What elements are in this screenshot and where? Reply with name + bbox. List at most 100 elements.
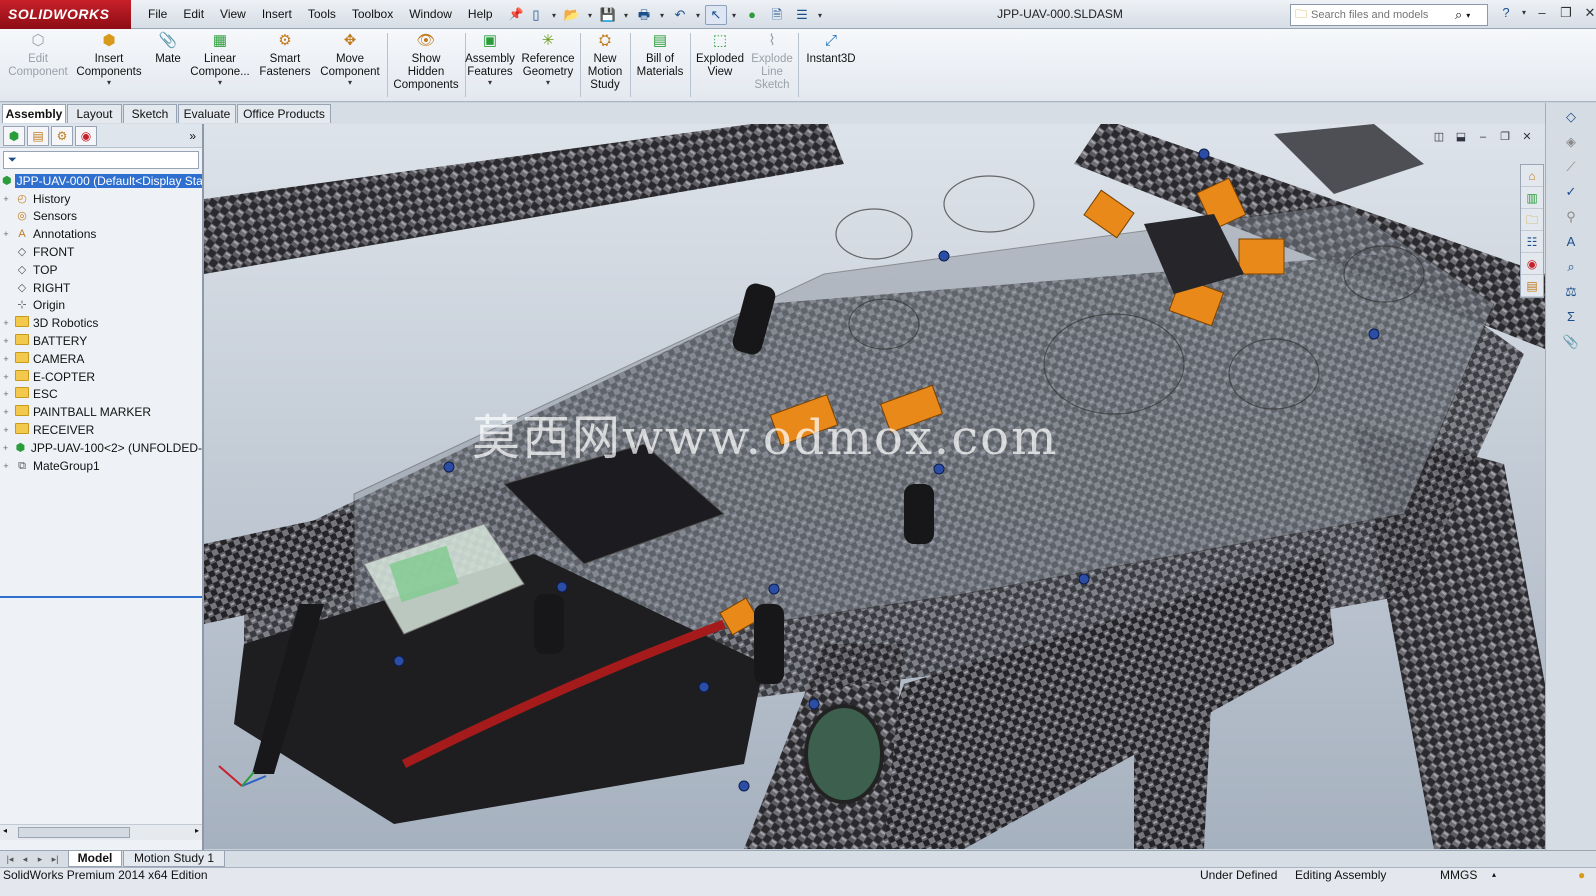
scroll-left-icon[interactable]: ◂ bbox=[3, 826, 7, 835]
undo-icon[interactable]: ↶ bbox=[669, 5, 691, 25]
viewport-split-horizontal-icon[interactable]: ◫ bbox=[1431, 130, 1447, 144]
check-icon[interactable]: ✓ bbox=[1560, 181, 1582, 203]
undo-dropdown-icon[interactable]: ▾ bbox=[694, 11, 702, 20]
expand-panel-chevron-icon[interactable]: » bbox=[189, 129, 196, 143]
tree-item[interactable]: ◇ FRONT bbox=[0, 243, 202, 261]
print-dropdown-icon[interactable]: ▾ bbox=[658, 11, 666, 20]
tree-item[interactable]: + A Annotations bbox=[0, 225, 202, 243]
folder-icon[interactable]: 🗀 bbox=[1521, 209, 1543, 231]
feature-tree-filter[interactable]: ⏷ bbox=[3, 151, 199, 169]
tree-item[interactable]: + PAINTBALL MARKER bbox=[0, 403, 202, 421]
viewport-restore-icon[interactable]: ❐ bbox=[1497, 130, 1513, 144]
tree-item[interactable]: + ESC bbox=[0, 386, 202, 404]
bill-of-materials-button[interactable]: ▤ Bill of Materials bbox=[632, 31, 688, 101]
balance-icon[interactable]: ⚖ bbox=[1560, 281, 1582, 303]
tree-expander-icon[interactable]: + bbox=[0, 354, 12, 364]
units-dropdown-icon[interactable]: ▴ bbox=[1492, 868, 1496, 882]
new-dropdown-icon[interactable]: ▾ bbox=[550, 11, 558, 20]
minimize-icon[interactable]: – bbox=[1532, 2, 1552, 24]
tree-item[interactable]: + ⧉ MateGroup1 bbox=[0, 457, 202, 475]
menu-file[interactable]: File bbox=[140, 0, 175, 29]
menu-toolbox[interactable]: Toolbox bbox=[344, 0, 401, 29]
next-tab-icon[interactable]: ▸ bbox=[33, 852, 47, 866]
edit-component-button[interactable]: ⬡ Edit Component bbox=[6, 31, 70, 101]
search-dropdown-icon[interactable]: ▾ bbox=[1466, 11, 1470, 20]
move-component-button[interactable]: ✥ Move Component ▾ bbox=[316, 31, 384, 101]
search-icon[interactable]: ⌕ bbox=[1455, 7, 1462, 23]
scroll-right-icon[interactable]: ▸ bbox=[195, 826, 199, 835]
insert-components-button[interactable]: ⬢ Insert Components ▾ bbox=[74, 31, 144, 101]
feature-tree-tab-icon[interactable]: ⬢ bbox=[3, 125, 25, 146]
file-properties-icon[interactable]: 🗎 bbox=[766, 5, 788, 25]
annotation-text-icon[interactable]: A bbox=[1560, 231, 1582, 253]
balloon-icon[interactable]: ⚲ bbox=[1560, 206, 1582, 228]
rollback-bar[interactable] bbox=[0, 596, 202, 598]
tab-sketch[interactable]: Sketch bbox=[123, 104, 177, 123]
graphics-viewport[interactable]: 莫西网www.odmox.com ◫ ⬓ – ❐ ✕ bbox=[204, 124, 1545, 849]
appearance-icon[interactable]: ◉ bbox=[1521, 253, 1543, 275]
tree-item[interactable]: +3D Robotics bbox=[0, 314, 202, 332]
tree-expander-icon[interactable]: + bbox=[0, 461, 12, 471]
help-icon[interactable]: ? bbox=[1496, 2, 1516, 24]
select-dropdown-icon[interactable]: ▾ bbox=[730, 11, 738, 20]
properties-icon[interactable]: ▤ bbox=[1521, 275, 1543, 297]
tree-item[interactable]: + E-COPTER bbox=[0, 368, 202, 386]
mate-button[interactable]: 📎 Mate bbox=[146, 31, 190, 101]
magnify-icon[interactable]: ⌕ bbox=[1560, 256, 1582, 278]
display-manager-tab-icon[interactable]: ◉ bbox=[75, 125, 97, 146]
linear-pattern-dropdown-icon[interactable]: ▾ bbox=[218, 79, 222, 87]
scroll-thumb[interactable] bbox=[18, 827, 130, 838]
options-dropdown-icon[interactable]: ▾ bbox=[816, 11, 824, 20]
tree-expander-icon[interactable]: + bbox=[0, 336, 12, 346]
tree-expander-icon[interactable]: + bbox=[0, 194, 12, 204]
tab-assembly[interactable]: Assembly bbox=[2, 104, 66, 123]
new-motion-study-button[interactable]: ⛭ New Motion Study bbox=[582, 31, 628, 101]
smart-fasteners-button[interactable]: ⚙ Smart Fasteners bbox=[254, 31, 316, 101]
instant3d-button[interactable]: ⤢ Instant3D bbox=[800, 31, 862, 101]
viewport-minimize-icon[interactable]: – bbox=[1475, 130, 1491, 144]
assembly-features-dropdown-icon[interactable]: ▾ bbox=[488, 79, 492, 87]
tree-expander-icon[interactable]: + bbox=[0, 229, 12, 239]
viewport-close-icon[interactable]: ✕ bbox=[1519, 130, 1535, 144]
tree-expander-icon[interactable]: + bbox=[0, 443, 11, 453]
display-icon[interactable]: ◈ bbox=[1560, 131, 1582, 153]
home-icon[interactable]: ⌂ bbox=[1521, 165, 1543, 187]
close-icon[interactable]: ✕ bbox=[1580, 2, 1596, 24]
tree-item[interactable]: ⊹ Origin bbox=[0, 297, 202, 315]
sum-icon[interactable]: Σ bbox=[1560, 306, 1582, 328]
tree-item[interactable]: + ◴ History bbox=[0, 190, 202, 208]
last-tab-icon[interactable]: ▸| bbox=[48, 852, 62, 866]
tree-expander-icon[interactable]: + bbox=[0, 407, 12, 417]
units-status[interactable]: MMGS bbox=[1440, 868, 1477, 882]
tree-expander-icon[interactable]: + bbox=[0, 425, 12, 435]
linear-component-pattern-button[interactable]: ▦ Linear Compone... ▾ bbox=[190, 31, 250, 101]
menu-window[interactable]: Window bbox=[401, 0, 460, 29]
show-hidden-components-button[interactable]: 👁 Show Hidden Components bbox=[390, 31, 462, 101]
open-dropdown-icon[interactable]: ▾ bbox=[586, 11, 594, 20]
help-dropdown-icon[interactable]: ▾ bbox=[1520, 2, 1528, 24]
reference-geometry-button[interactable]: ✳ Reference Geometry ▾ bbox=[518, 31, 578, 101]
tab-motion-study-1[interactable]: Motion Study 1 bbox=[123, 851, 225, 867]
tree-item[interactable]: + CAMERA bbox=[0, 350, 202, 368]
explode-line-sketch-button[interactable]: ⌇ Explode Line Sketch bbox=[748, 31, 796, 101]
tree-expander-icon[interactable]: + bbox=[0, 372, 12, 382]
tree-item[interactable]: ◇ TOP bbox=[0, 261, 202, 279]
menu-view[interactable]: View bbox=[212, 0, 254, 29]
rebuild-traffic-light-icon[interactable]: ● bbox=[741, 5, 763, 25]
rebuild-status-icon[interactable]: ● bbox=[1578, 868, 1585, 882]
feature-tree-scrollbar[interactable]: ◂ ▸ bbox=[0, 824, 202, 840]
tree-expander-icon[interactable]: + bbox=[0, 318, 12, 328]
property-manager-tab-icon[interactable]: ▤ bbox=[27, 125, 49, 146]
viewport-split-vertical-icon[interactable]: ⬓ bbox=[1453, 130, 1469, 144]
search-box[interactable]: 🗀 ⌕ ▾ bbox=[1290, 4, 1488, 26]
select-pointer-icon[interactable]: ↖ bbox=[705, 5, 727, 25]
tree-item[interactable]: + ⬢ JPP-UAV-100<2> (UNFOLDED- bbox=[0, 439, 202, 457]
filter-icon[interactable]: ⏷ bbox=[8, 154, 17, 166]
tab-layout[interactable]: Layout bbox=[67, 104, 122, 123]
insert-components-dropdown-icon[interactable]: ▾ bbox=[107, 79, 111, 87]
solidworks-logo[interactable]: SOLIDWORKS bbox=[0, 0, 131, 29]
smart-dimension-icon[interactable]: ◇ bbox=[1560, 106, 1582, 128]
search-input[interactable] bbox=[1311, 9, 1452, 21]
menu-edit[interactable]: Edit bbox=[175, 0, 212, 29]
prev-tab-icon[interactable]: ◂ bbox=[18, 852, 32, 866]
